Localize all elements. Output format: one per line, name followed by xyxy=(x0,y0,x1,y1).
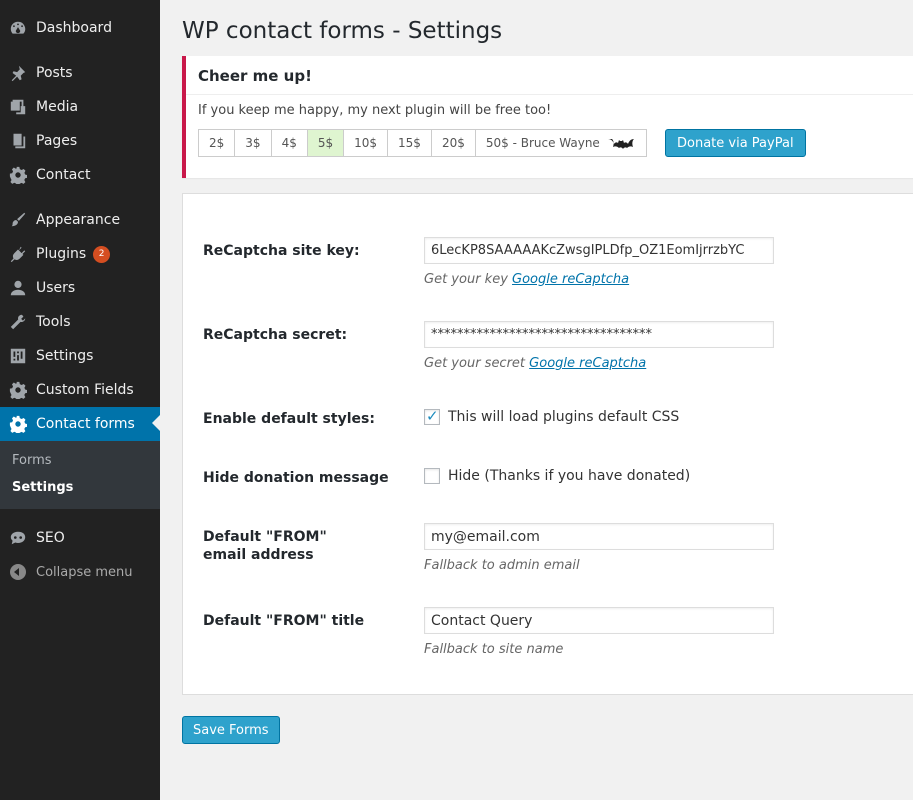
from-email-label: Default "FROM" email address xyxy=(203,529,327,563)
amount-option[interactable]: 3$ xyxy=(235,130,272,156)
submenu-item-forms[interactable]: Forms xyxy=(12,453,52,468)
from-title-input[interactable]: Contact Query xyxy=(424,607,774,634)
sidebar-item-contact-forms[interactable]: Contact forms xyxy=(0,407,160,441)
default-styles-checkbox[interactable] xyxy=(424,407,440,425)
from-title-description: Fallback to site name xyxy=(424,642,564,657)
secret-description: Get your secret Google reCaptcha xyxy=(424,356,646,371)
donation-text: If you keep me happy, my next plugin wil… xyxy=(198,103,552,118)
gear-icon xyxy=(0,381,36,399)
default-styles-label: Enable default styles: xyxy=(203,411,375,427)
amount-option[interactable]: 20$ xyxy=(432,130,476,156)
save-forms-button[interactable]: Save Forms xyxy=(182,716,280,744)
gear-icon xyxy=(0,415,36,433)
donation-amounts: 2$ 3$ 4$ 5$ 10$ 15$ 20$ 50$ - Bruce Wayn… xyxy=(198,129,647,157)
user-icon xyxy=(0,279,36,297)
plug-icon xyxy=(0,245,36,263)
sidebar-item-users[interactable]: Users xyxy=(0,271,160,305)
secret-input[interactable]: ********************************** xyxy=(424,321,774,348)
sidebar-item-contact[interactable]: Contact xyxy=(0,158,160,192)
hide-donation-text: Hide (Thanks if you have donated) xyxy=(448,468,691,484)
collapse-arrow-icon xyxy=(0,564,36,580)
sidebar-item-label: Settings xyxy=(36,348,94,364)
site-key-label: ReCaptcha site key: xyxy=(203,243,360,259)
sidebar-item-label: Contact xyxy=(36,167,91,183)
pin-icon xyxy=(0,64,36,82)
sidebar-item-custom-fields[interactable]: Custom Fields xyxy=(0,373,160,407)
from-email-input[interactable]: my@email.com xyxy=(424,523,774,550)
sidebar-item-label: SEO xyxy=(36,530,65,546)
sidebar-item-posts[interactable]: Posts xyxy=(0,56,160,90)
amount-option-selected[interactable]: 5$ xyxy=(307,130,345,156)
update-count-badge: 2 xyxy=(93,245,111,263)
sidebar-item-label: Media xyxy=(36,99,79,115)
admin-sidebar: Dashboard Posts Media Pages Contact Appe… xyxy=(0,0,160,800)
sidebar-item-tools[interactable]: Tools xyxy=(0,305,160,339)
media-icon xyxy=(0,98,36,116)
seo-icon xyxy=(0,529,36,547)
hide-donation-label: Hide donation message xyxy=(203,470,389,486)
default-styles-option: This will load plugins default CSS xyxy=(424,407,680,425)
sidebar-item-label: Posts xyxy=(36,65,73,81)
sidebar-item-label: Users xyxy=(36,280,76,296)
site-key-desc-text: Get your key xyxy=(424,272,508,287)
gear-icon xyxy=(0,166,36,184)
dashboard-icon xyxy=(0,19,36,37)
donation-notice: Cheer me up! If you keep me happy, my ne… xyxy=(182,56,913,178)
collapse-menu-button[interactable]: Collapse menu xyxy=(0,560,160,584)
donation-title: Cheer me up! xyxy=(198,67,312,85)
amount-option-label: 50$ - Bruce Wayne xyxy=(485,136,600,150)
page-title: WP contact forms - Settings xyxy=(182,18,503,44)
submenu-item-settings[interactable]: Settings xyxy=(12,480,73,495)
sidebar-item-label: Tools xyxy=(36,314,71,330)
hide-donation-option: Hide (Thanks if you have donated) xyxy=(424,468,690,484)
sidebar-item-appearance[interactable]: Appearance xyxy=(0,203,160,237)
donate-paypal-button[interactable]: Donate via PayPal xyxy=(665,129,806,157)
sliders-icon xyxy=(0,347,36,365)
secret-desc-text: Get your secret xyxy=(424,356,526,371)
sidebar-item-label: Dashboard xyxy=(36,20,112,36)
sidebar-item-label: Appearance xyxy=(36,212,121,228)
sidebar-item-dashboard[interactable]: Dashboard xyxy=(0,11,160,45)
amount-option[interactable]: 4$ xyxy=(272,130,308,156)
wrench-icon xyxy=(0,313,36,331)
contact-forms-submenu: Forms Settings xyxy=(0,441,160,509)
sidebar-item-label: Plugins xyxy=(36,246,87,262)
hide-donation-checkbox[interactable] xyxy=(424,468,440,484)
from-email-description: Fallback to admin email xyxy=(424,558,580,573)
secret-label: ReCaptcha secret: xyxy=(203,327,348,343)
google-recaptcha-link[interactable]: Google reCaptcha xyxy=(512,272,629,287)
sidebar-item-label: Custom Fields xyxy=(36,382,134,398)
pages-icon xyxy=(0,132,36,150)
collapse-menu-label: Collapse menu xyxy=(36,564,133,580)
brush-icon xyxy=(0,211,36,229)
sidebar-item-plugins[interactable]: Plugins 2 xyxy=(0,237,160,271)
amount-option[interactable]: 15$ xyxy=(388,130,432,156)
from-title-label: Default "FROM" title xyxy=(203,613,365,629)
amount-option-bruce-wayne[interactable]: 50$ - Bruce Wayne xyxy=(476,130,646,156)
sidebar-item-label: Pages xyxy=(36,133,78,149)
divider xyxy=(186,94,913,95)
site-key-input[interactable]: 6LecKP8SAAAAAKcZwsgIPLDfp_OZ1EomIjrrzbYC xyxy=(424,237,774,264)
bat-icon xyxy=(607,139,634,149)
sidebar-item-pages[interactable]: Pages xyxy=(0,124,160,158)
sidebar-item-label: Contact forms xyxy=(36,416,135,432)
amount-option[interactable]: 10$ xyxy=(344,130,389,156)
site-key-description: Get your key Google reCaptcha xyxy=(424,272,629,287)
settings-form: ReCaptcha site key: 6LecKP8SAAAAAKcZwsgI… xyxy=(182,193,913,695)
amount-option[interactable]: 2$ xyxy=(199,130,236,156)
sidebar-item-settings[interactable]: Settings xyxy=(0,339,160,373)
default-styles-text: This will load plugins default CSS xyxy=(448,409,680,425)
sidebar-item-media[interactable]: Media xyxy=(0,90,160,124)
google-recaptcha-link[interactable]: Google reCaptcha xyxy=(529,356,646,371)
sidebar-item-seo[interactable]: SEO xyxy=(0,521,160,555)
